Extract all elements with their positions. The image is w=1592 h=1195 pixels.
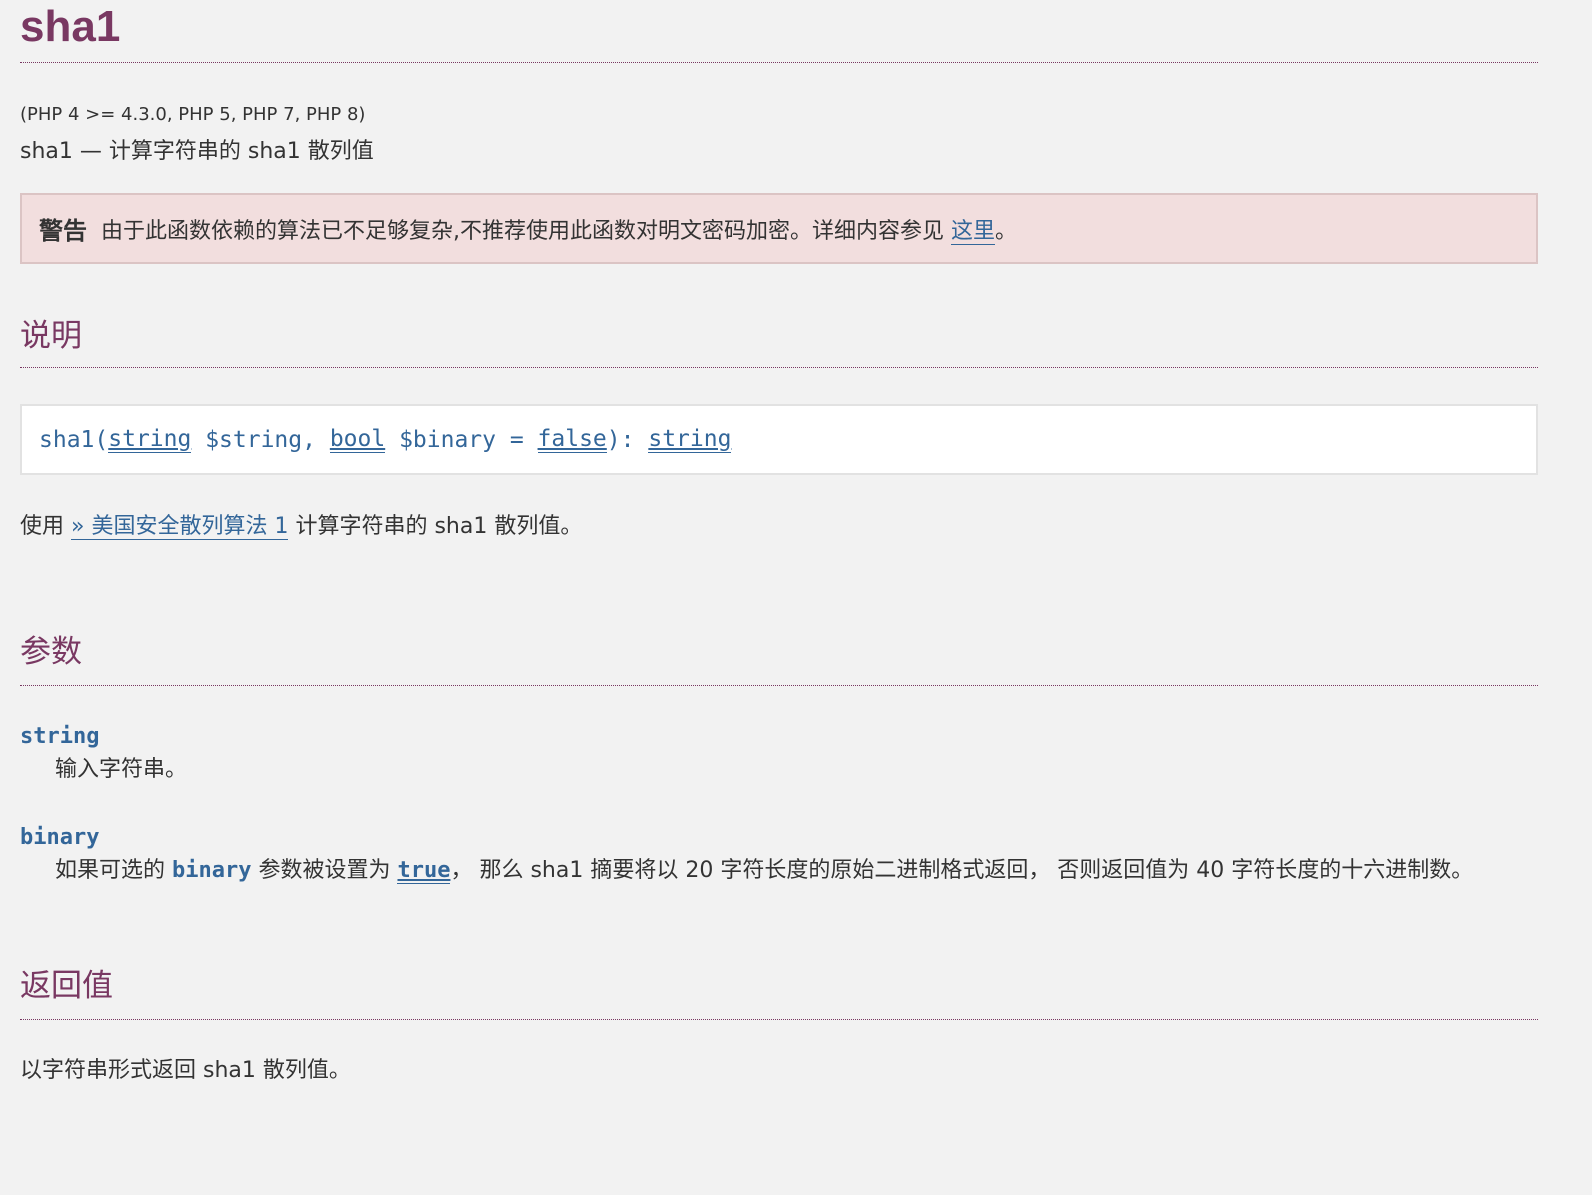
synopsis-close: ): [606,426,649,453]
page-title: sha1 [20,0,1538,63]
binary-desc-mid: 参数被设置为 [251,858,398,883]
constant-link-true[interactable]: true [397,858,451,884]
parameter-item-binary: binary 如果可选的 binary 参数被设置为 true， 那么 sha1… [20,823,1538,888]
manual-page: sha1 (PHP 4 >= 4.3.0, PHP 5, PHP 7, PHP … [20,0,1538,1086]
ref-purpose: sha1 — 计算字符串的 sha1 散列值 [20,139,374,164]
warning-message: 由于此函数依赖的算法已不足够复杂,不推荐使用此函数对明文密码加密。详细内容参见 [101,218,951,244]
description-paragraph: 使用 » 美国安全散列算法 1 计算字符串的 sha1 散列值。 [20,512,1538,542]
description-prefix: 使用 [20,514,71,539]
section-heading-description: 说明 [20,316,1538,368]
synopsis-param-binary: $binary = [385,426,538,453]
warning-text: 由于此函数依赖的算法已不足够复杂,不推荐使用此函数对明文密码加密。详细内容参见 … [101,213,1017,245]
binary-desc-prefix: 如果可选的 [55,858,172,883]
sha1-spec-link[interactable]: » 美国安全散列算法 1 [71,514,289,540]
type-link-bool[interactable]: bool [329,426,386,453]
synopsis-separator: , [302,426,330,453]
binary-desc-suffix: ， 那么 sha1 摘要将以 20 字符长度的原始二进制格式返回， 否则返回值为… [450,858,1474,883]
return-type-link[interactable]: string [648,426,732,453]
version-info: (PHP 4 >= 4.3.0, PHP 5, PHP 7, PHP 8) [20,104,366,125]
parameter-list: string 输入字符串。 binary 如果可选的 binary 参数被设置为… [20,722,1538,888]
synopsis-func-name: sha1( [39,426,109,453]
section-heading-parameters: 参数 [20,632,1538,686]
warning-box: 警告 由于此函数依赖的算法已不足够复杂,不推荐使用此函数对明文密码加密。详细内容… [20,193,1538,264]
description-suffix: 计算字符串的 sha1 散列值。 [288,514,583,539]
binary-param-code: binary [172,858,252,883]
section-heading-return-values: 返回值 [20,966,1538,1020]
parameter-description: 输入字符串。 [55,757,188,782]
warning-link[interactable]: 这里 [951,218,996,245]
synopsis-param-string: $string [191,426,303,453]
warning-suffix: 。 [995,218,1018,244]
type-link-string[interactable]: string [108,426,192,453]
method-synopsis: sha1(string $string, bool $binary = fals… [20,404,1538,475]
warning-label: 警告 [39,217,87,245]
parameter-item-string: string 输入字符串。 [20,722,1538,787]
parameter-name: binary [20,825,100,850]
parameter-name: string [20,724,100,749]
parameter-description: 如果可选的 binary 参数被设置为 true， 那么 sha1 摘要将以 2… [55,853,1538,888]
constant-link-false[interactable]: false [537,426,607,453]
return-values-paragraph: 以字符串形式返回 sha1 散列值。 [20,1058,351,1083]
